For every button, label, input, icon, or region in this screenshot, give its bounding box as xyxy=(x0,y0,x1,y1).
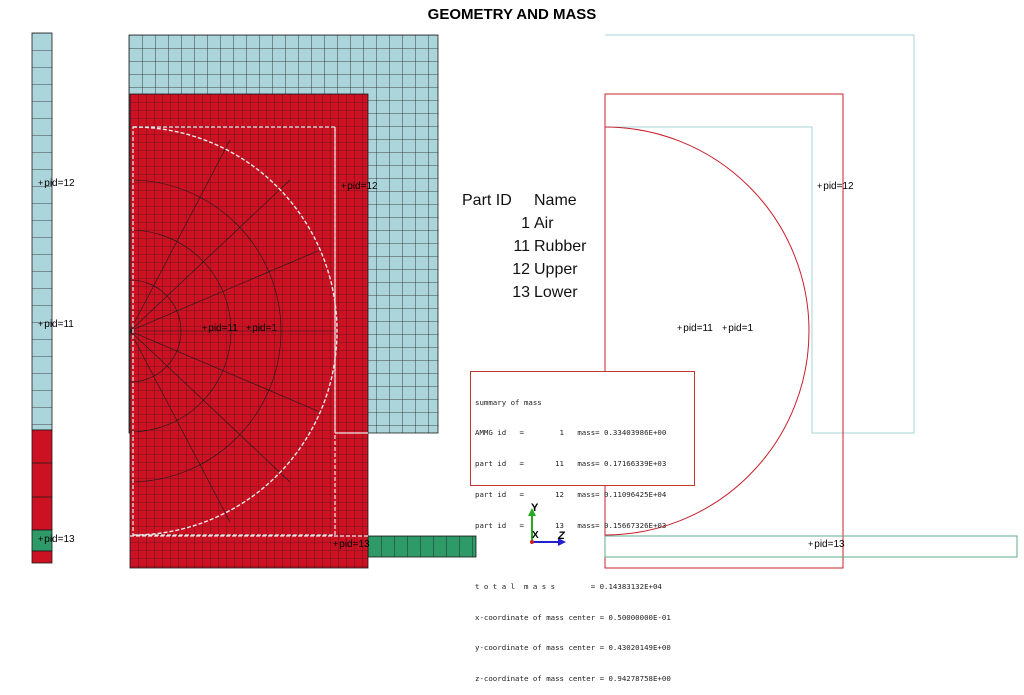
part-table-header: Part ID Name xyxy=(462,192,586,215)
part-table-header-name: Name xyxy=(534,192,577,209)
part-name: Rubber xyxy=(534,238,587,255)
strip-air-bottom xyxy=(31,550,53,564)
pid-label-mesh-air: +pid=1 xyxy=(246,323,278,334)
mass-summary-line: part id = 13 mass= 0.15667326E+03 xyxy=(475,521,667,531)
pid-label-mesh-upper: +pid=12 xyxy=(341,181,378,192)
mass-summary-box: summary of mass AMMG id = 1 mass= 0.3340… xyxy=(470,371,695,683)
pid-label-strip-rubber: +pid=11 xyxy=(38,319,74,330)
pid-label-outline-rubber: +pid=11 xyxy=(677,323,713,334)
pid-label-strip-upper: +pid=12 xyxy=(38,178,75,189)
part-table-row: 13 Lower xyxy=(462,284,586,307)
mass-center-z-line: z-coordinate of mass center = 0.94278758… xyxy=(475,674,671,684)
part-table-row: 1 Air xyxy=(462,215,586,238)
mass-summary-line: summary of mass xyxy=(475,397,542,407)
part-name: Lower xyxy=(534,284,578,301)
part-table-row: 11 Rubber xyxy=(462,238,586,261)
pid-label-mesh-lower: +pid=13 xyxy=(333,539,370,550)
part-id: 11 xyxy=(513,238,530,255)
part-name: Upper xyxy=(534,261,578,278)
pid-label-outline-upper: +pid=12 xyxy=(817,181,854,192)
strip-model xyxy=(31,32,53,564)
mass-total-line: t o t a l m a s s = 0.14383132E+04 xyxy=(475,581,662,591)
mass-center-y-line: y-coordinate of mass center = 0.43020149… xyxy=(475,643,671,653)
mass-center-x-line: x-coordinate of mass center = 0.50000000… xyxy=(475,612,671,622)
mass-summary-line: AMMG id = 1 mass= 0.33403986E+00 xyxy=(475,428,667,438)
pid-label-outline-air: +pid=1 xyxy=(722,323,754,334)
part-id: 13 xyxy=(512,284,530,301)
strip-rubber xyxy=(31,429,53,531)
part-table-header-id: Part ID xyxy=(462,192,512,209)
axis-y-label: Y xyxy=(531,502,539,514)
mass-summary-spacer xyxy=(475,552,690,561)
part-id-table: Part ID Name 1 Air 11 Rubber 12 Upper 13 Lowe… xyxy=(462,192,586,307)
axis-x-label: X xyxy=(532,530,539,541)
pid-label-strip-lower: +pid=13 xyxy=(38,534,75,545)
axis-z-label: Z xyxy=(558,530,565,542)
pid-label-outline-lower: +pid=13 xyxy=(808,539,845,550)
part-id: 12 xyxy=(512,261,530,278)
part-table-row: 12 Upper xyxy=(462,261,586,284)
part-name: Air xyxy=(534,215,554,232)
mass-summary-line: part id = 12 mass= 0.11096425E+04 xyxy=(475,490,667,500)
mass-summary-line: part id = 11 mass= 0.17166339E+03 xyxy=(475,459,667,469)
part-id: 1 xyxy=(521,215,530,232)
pid-label-mesh-rubber: +pid=11 xyxy=(202,323,238,334)
mesh-model xyxy=(128,34,477,569)
